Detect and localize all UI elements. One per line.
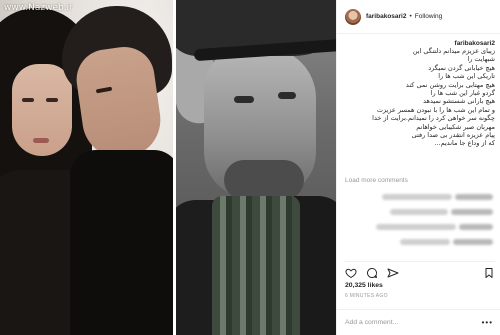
caption-line: ...که از وداع جا ماندیم: [434, 139, 495, 148]
comment-icon[interactable]: [366, 267, 378, 279]
caption-line: زیبای عزیزم میدانم دلتنگی این: [412, 47, 495, 55]
blurred-comment: [343, 192, 493, 202]
share-icon[interactable]: [387, 267, 399, 279]
man-eye: [234, 96, 254, 103]
caption-username[interactable]: faribakosari2: [343, 40, 495, 47]
avatar[interactable]: [345, 8, 361, 25]
more-options-icon[interactable]: •••: [482, 318, 493, 327]
caption-line: گردو غبار این شب ها را: [430, 89, 495, 98]
blurred-comment: [343, 237, 493, 247]
jacket: [294, 196, 336, 335]
site-watermark: www.Nazweb.ir: [4, 3, 73, 13]
caption-line: پیام عزیزه انتقدر بی صدا رفتی: [411, 131, 495, 140]
caption-line: شبهایت را: [467, 55, 495, 64]
heart-icon[interactable]: [345, 267, 357, 279]
blurred-username: [459, 224, 493, 230]
blurred-username: [451, 209, 493, 215]
caption-line: هیچ مهتابی برایت روشن نمی کند: [405, 80, 495, 89]
couple-photo: www.Nazweb.ir: [0, 0, 173, 335]
blurred-text: [376, 224, 456, 230]
following-button[interactable]: Following: [415, 13, 442, 20]
caption-line: مهربان صبر شکیبایی خواهانم: [416, 122, 495, 131]
comment-box: Add a comment... •••: [337, 309, 500, 335]
post-header: faribakosari2 • Following: [337, 0, 500, 34]
header-username[interactable]: faribakosari2: [366, 13, 406, 20]
bookmark-icon[interactable]: [483, 267, 495, 279]
caption-line: هیچ خیابانی گردن نمیگرد: [428, 63, 495, 72]
beard: [224, 160, 304, 200]
blurred-username: [453, 239, 493, 245]
instagram-sidebar: faribakosari2 • Following faribakosari2 …: [336, 0, 500, 335]
blurred-text: [400, 239, 450, 245]
striped-scarf: [212, 196, 300, 335]
caption-line: هیچ بارانی شستشو نمیدهد: [423, 97, 495, 106]
woman-eye: [22, 98, 34, 102]
woman-lips: [33, 138, 49, 143]
blurred-text: [382, 194, 452, 200]
blurred-comment: [343, 222, 493, 232]
post-image[interactable]: [176, 0, 336, 335]
man-coat: [70, 150, 173, 335]
man-eye: [278, 92, 296, 99]
separator-dot: •: [409, 13, 412, 20]
caption-line: و تمام این شب ها را با نبودن همسر عزیزت: [376, 105, 495, 114]
woman-eye: [46, 98, 58, 102]
blurred-username: [455, 194, 493, 200]
likes-count[interactable]: 20,325 likes: [345, 282, 383, 289]
post-timestamp: 6 MINUTES AGO: [345, 293, 388, 299]
post-caption: faribakosari2 زیبای عزیزم میدانم دلتنگی …: [343, 40, 495, 148]
blurred-comment: [343, 207, 493, 217]
caption-line: چگونه سر خواهی کرد را نمیدانم.برایت از خ…: [372, 114, 495, 123]
post-actions: [345, 261, 495, 279]
blurred-text: [390, 209, 448, 215]
load-more-comments[interactable]: Load more comments: [345, 177, 408, 184]
comment-input[interactable]: Add a comment...: [345, 319, 482, 326]
caption-line: تاریکی این شب ها را: [438, 72, 495, 81]
